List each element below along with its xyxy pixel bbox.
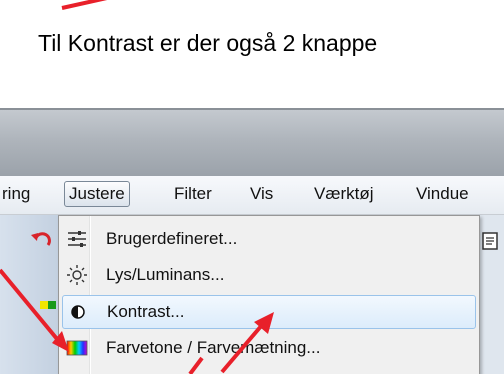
left-arrow-line xyxy=(0,268,64,347)
kontrast-arrow-line xyxy=(220,323,264,374)
top-arrow-line xyxy=(61,0,108,10)
bottom-arrow-line xyxy=(188,356,204,374)
annotation-arrows xyxy=(0,0,274,374)
